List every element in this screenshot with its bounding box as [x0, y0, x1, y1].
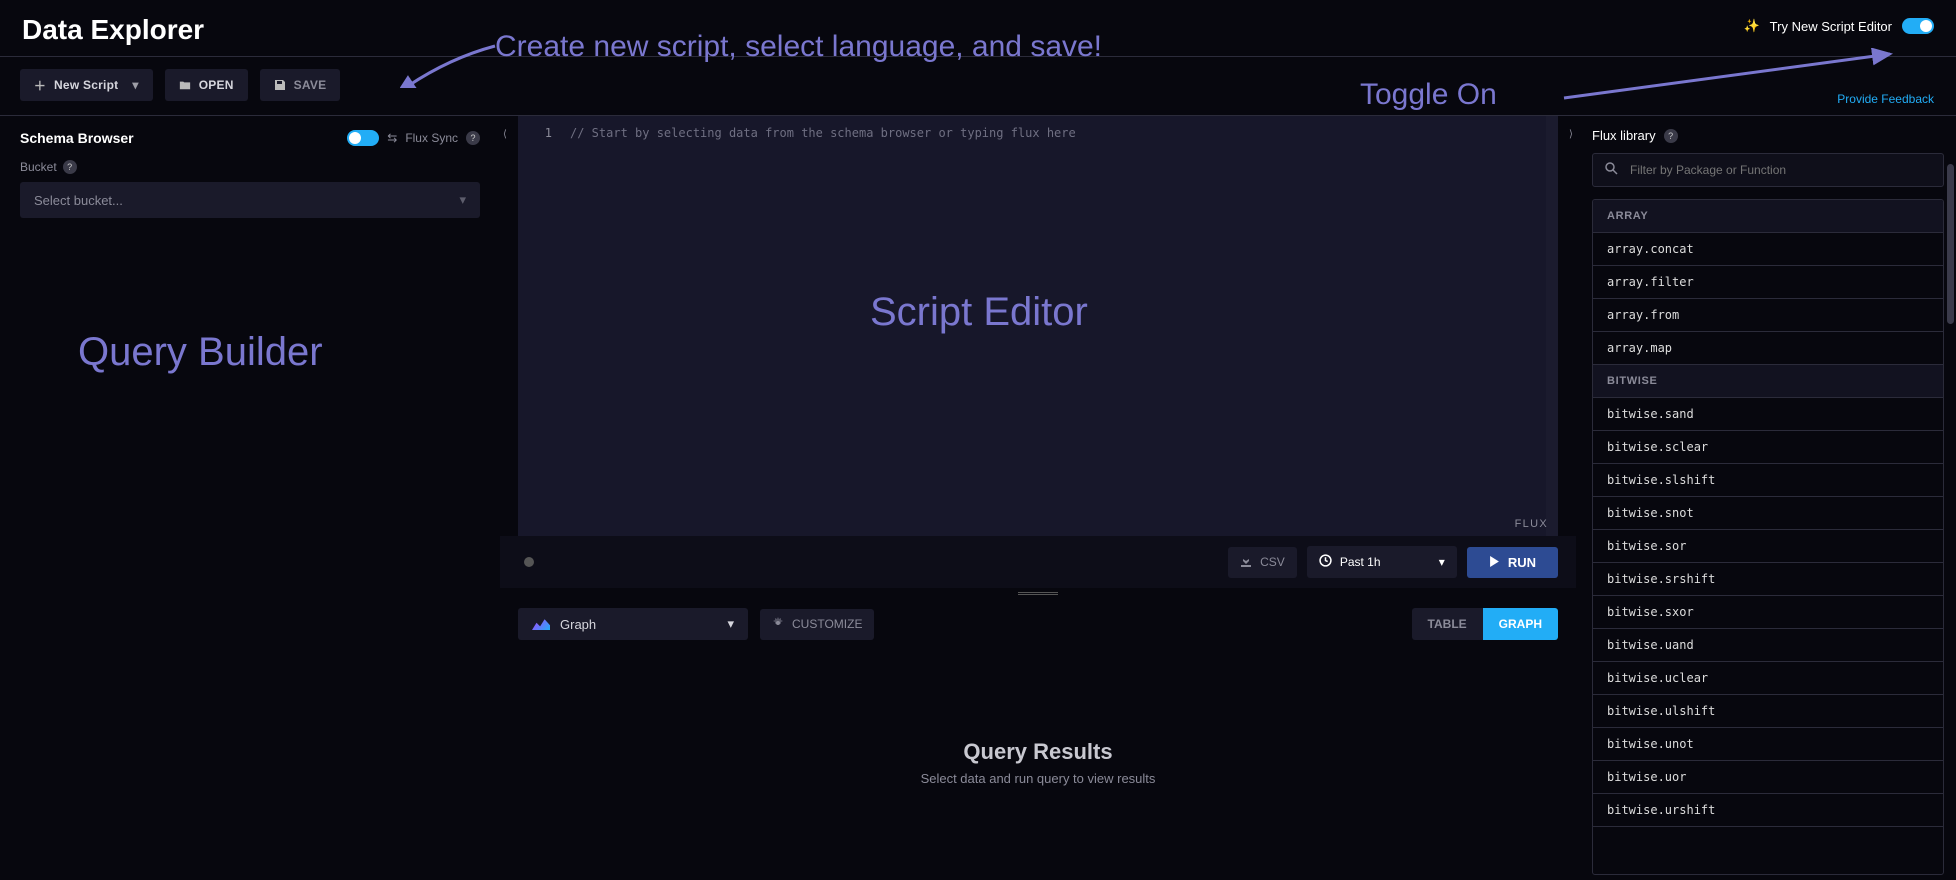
- clock-icon: [1319, 554, 1332, 570]
- visualization-select[interactable]: Graph ▾: [518, 608, 748, 640]
- library-item[interactable]: array.concat: [1593, 233, 1943, 266]
- bucket-label-row: Bucket ?: [20, 154, 480, 182]
- chevron-down-icon: ▾: [1439, 555, 1445, 569]
- library-item[interactable]: bitwise.unot: [1593, 728, 1943, 761]
- save-button[interactable]: SAVE: [260, 69, 341, 101]
- chevron-down-icon: ▾: [459, 192, 466, 208]
- library-item[interactable]: bitwise.urshift: [1593, 794, 1943, 827]
- library-item[interactable]: bitwise.ulshift: [1593, 695, 1943, 728]
- new-script-button[interactable]: ＋ New Script ▾: [20, 69, 153, 101]
- view-mode-segment: TABLE GRAPH: [1412, 608, 1558, 640]
- flux-library-header: Flux library ?: [1592, 124, 1944, 153]
- library-category: ARRAY: [1593, 200, 1943, 233]
- results-subtitle: Select data and run query to view result…: [921, 771, 1156, 786]
- try-new-editor: ✨ Try New Script Editor: [1743, 18, 1934, 34]
- collapse-left-handle[interactable]: ⟨: [498, 126, 512, 142]
- provide-feedback-link[interactable]: Provide Feedback: [1837, 92, 1934, 106]
- library-category: BITWISE: [1593, 365, 1943, 398]
- flux-library-title: Flux library: [1592, 128, 1656, 143]
- results-title: Query Results: [963, 739, 1112, 765]
- help-icon[interactable]: ?: [1664, 129, 1678, 143]
- help-icon[interactable]: ?: [466, 131, 480, 145]
- flux-sync-label: Flux Sync: [405, 131, 458, 145]
- library-item[interactable]: bitwise.srshift: [1593, 563, 1943, 596]
- customize-button[interactable]: CUSTOMIZE: [760, 609, 874, 640]
- library-item[interactable]: bitwise.sor: [1593, 530, 1943, 563]
- editor-placeholder: // Start by selecting data from the sche…: [570, 126, 1558, 140]
- library-item[interactable]: bitwise.snot: [1593, 497, 1943, 530]
- bucket-select[interactable]: Select bucket... ▾: [20, 182, 480, 218]
- main-layout: Schema Browser ⇆ Flux Sync ? Bucket ? Se…: [0, 115, 1956, 875]
- schema-browser-title: Schema Browser: [20, 130, 134, 146]
- sparkle-icon: ✨: [1743, 18, 1759, 34]
- library-item[interactable]: bitwise.uor: [1593, 761, 1943, 794]
- editor-scrollbar[interactable]: [1546, 116, 1558, 536]
- search-icon: [1605, 162, 1618, 178]
- run-bar: CSV Past 1h ▾ RUN: [500, 536, 1576, 588]
- library-item[interactable]: bitwise.uand: [1593, 629, 1943, 662]
- library-item[interactable]: bitwise.sclear: [1593, 431, 1943, 464]
- new-script-label: New Script: [54, 78, 118, 92]
- plus-icon: ＋: [34, 79, 46, 91]
- table-tab[interactable]: TABLE: [1412, 608, 1483, 640]
- open-button[interactable]: OPEN: [165, 69, 248, 101]
- open-label: OPEN: [199, 78, 234, 92]
- save-icon: [274, 79, 286, 91]
- play-icon: [1489, 555, 1500, 570]
- flux-library-panel: Flux library ? ARRAYarray.concatarray.fi…: [1576, 115, 1956, 875]
- results-body: Query Results Select data and run query …: [500, 650, 1576, 875]
- customize-label: CUSTOMIZE: [792, 617, 862, 631]
- try-new-editor-toggle[interactable]: [1902, 18, 1934, 34]
- download-icon: [1240, 555, 1252, 570]
- library-item[interactable]: bitwise.sxor: [1593, 596, 1943, 629]
- page-title: Data Explorer: [0, 0, 1956, 56]
- library-item[interactable]: bitwise.sand: [1593, 398, 1943, 431]
- library-list[interactable]: ARRAYarray.concatarray.filterarray.froma…: [1592, 199, 1944, 875]
- save-label: SAVE: [294, 78, 327, 92]
- run-button[interactable]: RUN: [1467, 547, 1558, 578]
- schema-browser-header: Schema Browser ⇆ Flux Sync ?: [20, 124, 480, 154]
- editor-gutter: 1: [518, 116, 562, 536]
- try-new-editor-label: Try New Script Editor: [1770, 19, 1892, 34]
- flux-sync-toggle[interactable]: [347, 130, 379, 146]
- editor-language-tag: FLUX: [1515, 518, 1548, 530]
- bucket-label: Bucket: [20, 160, 57, 174]
- csv-button[interactable]: CSV: [1228, 547, 1297, 578]
- chevron-down-icon: ▾: [727, 616, 734, 632]
- library-search[interactable]: [1592, 153, 1944, 187]
- bucket-select-placeholder: Select bucket...: [34, 193, 123, 208]
- library-scrollbar[interactable]: [1947, 164, 1954, 875]
- chevron-down-icon: ▾: [132, 78, 138, 92]
- folder-icon: [179, 79, 191, 91]
- library-search-input[interactable]: [1628, 162, 1931, 178]
- sync-icon: ⇆: [387, 131, 397, 145]
- help-icon[interactable]: ?: [63, 160, 77, 174]
- graph-tab[interactable]: GRAPH: [1483, 608, 1558, 640]
- toolbar: ＋ New Script ▾ OPEN SAVE: [0, 57, 1956, 115]
- graph-icon: [532, 618, 550, 630]
- status-dot: [524, 557, 534, 567]
- library-item[interactable]: array.from: [1593, 299, 1943, 332]
- library-item[interactable]: array.map: [1593, 332, 1943, 365]
- center-panel: ⟨ ⟩ 1 // Start by selecting data from th…: [500, 115, 1576, 875]
- gear-icon: [772, 617, 784, 632]
- csv-label: CSV: [1260, 555, 1285, 569]
- line-number: 1: [518, 126, 552, 140]
- time-range-select[interactable]: Past 1h ▾: [1307, 546, 1457, 578]
- flux-sync-control: ⇆ Flux Sync ?: [347, 130, 480, 146]
- library-item[interactable]: bitwise.uclear: [1593, 662, 1943, 695]
- run-label: RUN: [1508, 555, 1536, 570]
- script-editor[interactable]: 1 // Start by selecting data from the sc…: [518, 116, 1558, 536]
- results-toolbar: Graph ▾ CUSTOMIZE TABLE GRAPH: [500, 598, 1576, 650]
- library-item[interactable]: array.filter: [1593, 266, 1943, 299]
- schema-browser-panel: Schema Browser ⇆ Flux Sync ? Bucket ? Se…: [0, 115, 500, 875]
- visualization-label: Graph: [560, 617, 596, 632]
- library-item[interactable]: bitwise.slshift: [1593, 464, 1943, 497]
- resize-handle[interactable]: [518, 588, 1558, 598]
- time-range-label: Past 1h: [1340, 555, 1381, 569]
